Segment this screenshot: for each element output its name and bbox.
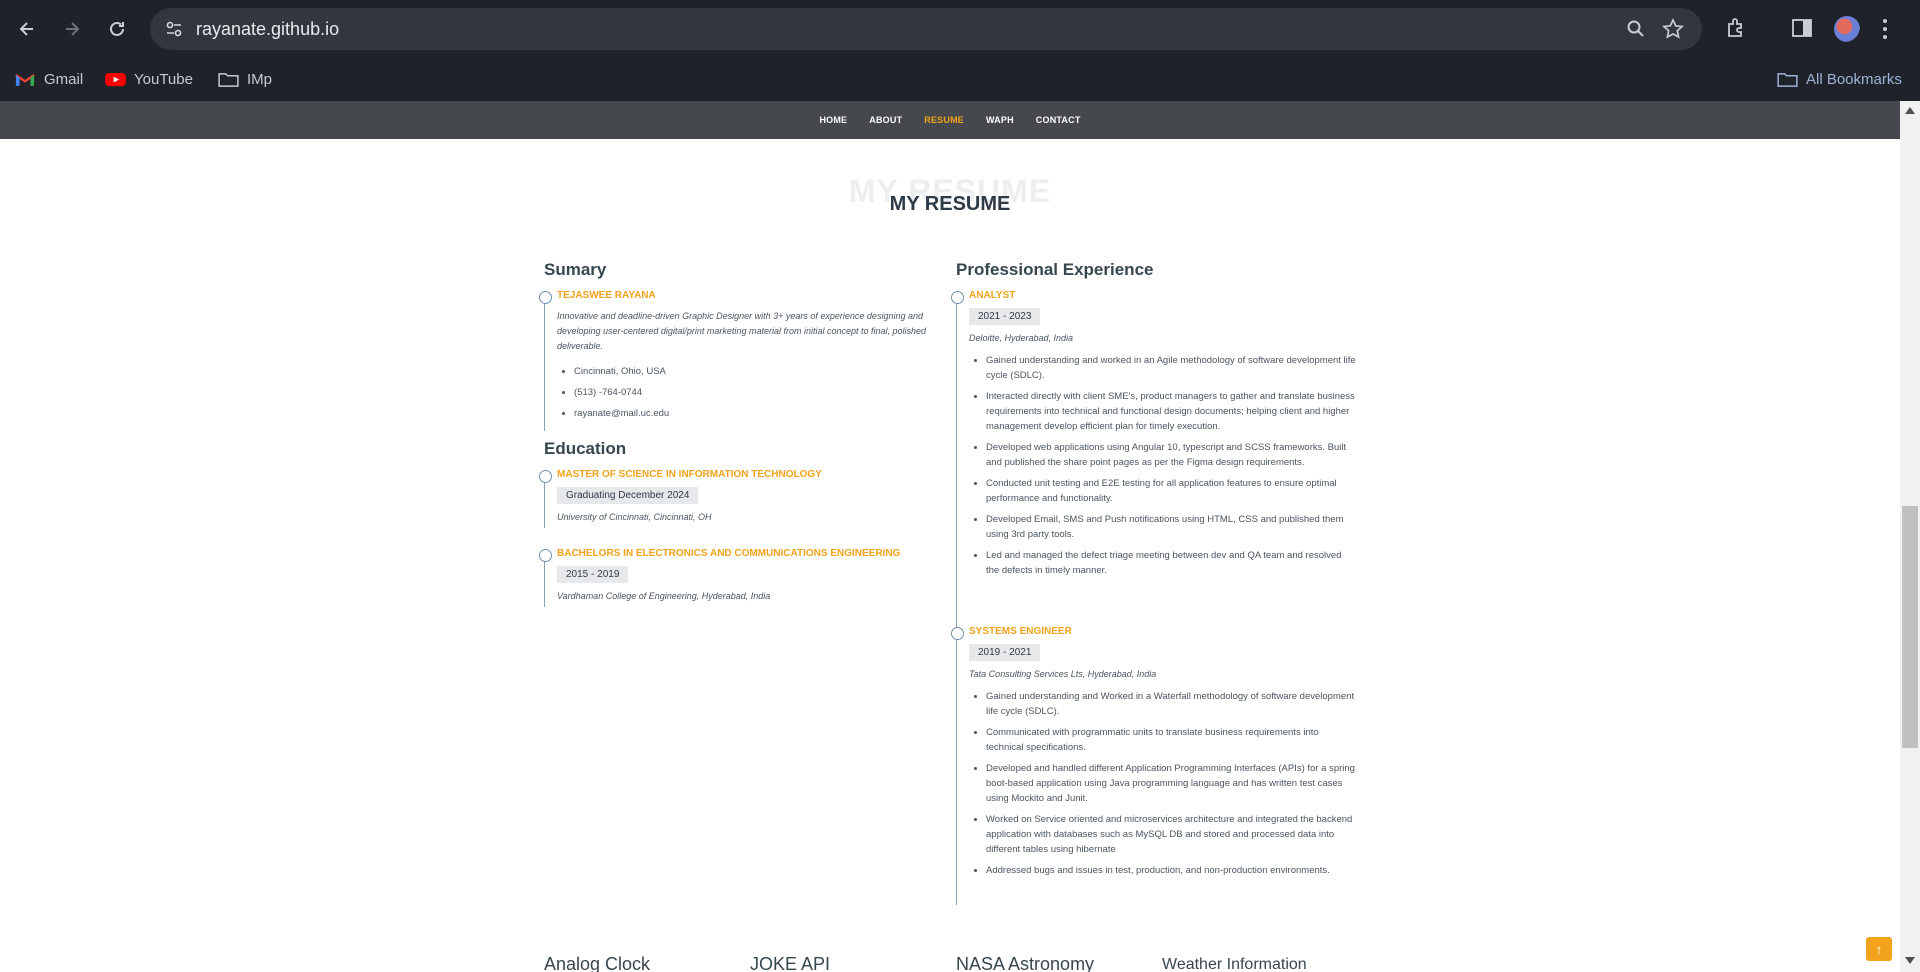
bookmark-imp[interactable]: IMp	[217, 65, 272, 93]
education-title: MASTER OF SCIENCE IN INFORMATION TECHNOL…	[557, 469, 822, 480]
joke-api-heading: JOKE API	[750, 954, 831, 972]
side-panel-icon[interactable]	[1790, 16, 1814, 40]
scrollbar-thumb[interactable]	[1902, 506, 1918, 748]
nav-resume[interactable]: RESUME	[924, 115, 964, 125]
zoom-icon[interactable]	[1626, 19, 1646, 39]
experience-bullets: Gained understanding and Worked in a Wat…	[969, 689, 1356, 878]
nav-home[interactable]: HOME	[819, 115, 847, 125]
profile-avatar[interactable]	[1834, 16, 1860, 42]
experience-item: ANALYST 2021 - 2023 Deloitte, Hyderabad,…	[951, 290, 1356, 627]
experience-bullet: Worked on Service oriented and microserv…	[986, 812, 1356, 857]
arrow-left-icon	[19, 22, 33, 36]
contact-email: rayanate@mail.uc.edu	[574, 406, 944, 421]
experience-bullet: Addressed bugs and issues in test, produ…	[986, 863, 1356, 878]
reload-icon	[110, 21, 124, 36]
experience-place: Tata Consulting Services Lts, Hyderabad,…	[969, 669, 1157, 679]
folder-icon	[217, 70, 239, 88]
contact-location: Cincinnati, Ohio, USA	[574, 364, 944, 379]
experience-place: Deloitte, Hyderabad, India	[969, 333, 1074, 343]
experience-item: SYSTEMS ENGINEER 2019 - 2021 Tata Consul…	[951, 626, 1356, 905]
folder-icon	[1776, 70, 1798, 88]
education-item: MASTER OF SCIENCE IN INFORMATION TECHNOL…	[539, 469, 944, 528]
experience-bullet: Interacted directly with client SME's, p…	[986, 389, 1356, 434]
bookmark-youtube[interactable]: YouTube	[104, 65, 193, 93]
bookmark-label: YouTube	[134, 70, 193, 88]
summary-description: Innovative and deadline-driven Graphic D…	[557, 311, 927, 351]
education-date: Graduating December 2024	[557, 487, 699, 504]
education-place: Vardhaman College of Engineering, Hydera…	[557, 591, 771, 601]
education-date: 2015 - 2019	[557, 566, 629, 583]
experience-heading: Professional Experience	[956, 260, 1154, 279]
all-bookmarks-label: All Bookmarks	[1806, 70, 1902, 88]
experience-bullet: Gained understanding and worked in an Ag…	[986, 353, 1356, 383]
back-to-top-button[interactable]: ↑	[1866, 937, 1892, 961]
weather-heading: Weather Information	[1162, 956, 1307, 972]
address-bar[interactable]: rayanate.github.io	[150, 8, 1702, 50]
experience-date: 2021 - 2023	[969, 308, 1041, 325]
page-scrollbar[interactable]	[1900, 101, 1920, 972]
summary-name: TEJASWEE RAYANA	[557, 290, 656, 301]
page-viewport: HOME ABOUT RESUME WAPH CONTACT MY RESUME…	[0, 101, 1920, 972]
bookmark-star-icon[interactable]	[1662, 18, 1684, 40]
scroll-up-icon[interactable]	[1905, 107, 1915, 114]
nav-about[interactable]: ABOUT	[869, 115, 902, 125]
analog-clock-heading: Analog Clock	[544, 954, 651, 972]
experience-bullet: Developed Email, SMS and Push notificati…	[986, 512, 1356, 542]
contact-list: Cincinnati, Ohio, USA (513) -764-0744 ra…	[557, 364, 944, 421]
experience-bullet: Communicated with programmatic units to …	[986, 725, 1356, 755]
nav-waph[interactable]: WAPH	[986, 115, 1014, 125]
experience-title: ANALYST	[969, 290, 1016, 301]
bookmarks-bar: Gmail YouTube IMp All Bookmarks	[0, 58, 1920, 101]
section-title: MY RESUME	[889, 193, 1011, 215]
youtube-icon	[104, 70, 126, 88]
summary-item: TEJASWEE RAYANA Innovative and deadline-…	[539, 290, 944, 431]
reload-button[interactable]	[102, 14, 132, 44]
bookmark-gmail[interactable]: Gmail	[14, 65, 83, 93]
site-navbar: HOME ABOUT RESUME WAPH CONTACT	[0, 101, 1900, 139]
experience-title: SYSTEMS ENGINEER	[969, 626, 1072, 637]
contact-phone: (513) -764-0744	[574, 385, 944, 400]
experience-bullet: Conducted unit testing and E2E testing f…	[986, 476, 1356, 506]
experience-bullet: Gained understanding and Worked in a Wat…	[986, 689, 1356, 719]
education-heading: Education	[544, 439, 627, 458]
browser-chrome: rayanate.github.io Gmail YouTube IMp All…	[0, 0, 1920, 101]
nasa-astronomy-heading: NASA Astronomy	[956, 954, 1095, 972]
bookmark-label: Gmail	[44, 70, 84, 88]
arrow-right-icon	[66, 22, 80, 36]
site-info-icon[interactable]	[164, 19, 184, 39]
bookmark-label: IMp	[247, 70, 273, 88]
all-bookmarks[interactable]: All Bookmarks	[1776, 65, 1902, 93]
education-item: BACHELORS IN ELECTRONICS AND COMMUNICATI…	[539, 548, 944, 607]
education-title: BACHELORS IN ELECTRONICS AND COMMUNICATI…	[557, 548, 901, 559]
arrow-up-icon: ↑	[1875, 941, 1883, 957]
experience-bullet: Developed web applications using Angular…	[986, 440, 1356, 470]
nav-contact[interactable]: CONTACT	[1036, 115, 1081, 125]
toolbar: rayanate.github.io	[0, 0, 1920, 58]
experience-bullet: Led and managed the defect triage meetin…	[986, 548, 1356, 578]
scroll-down-icon[interactable]	[1905, 957, 1915, 964]
experience-bullet: Developed and handled different Applicat…	[986, 761, 1356, 806]
url-text[interactable]: rayanate.github.io	[196, 19, 339, 40]
back-button[interactable]	[12, 14, 42, 44]
experience-bullets: Gained understanding and worked in an Ag…	[969, 353, 1356, 578]
gmail-icon	[14, 70, 36, 88]
education-place: University of Cincinnati, Cincinnati, OH	[557, 512, 712, 522]
extensions-icon[interactable]	[1724, 16, 1748, 40]
more-menu-icon[interactable]	[1882, 17, 1888, 41]
forward-button[interactable]	[57, 14, 87, 44]
experience-date: 2019 - 2021	[969, 644, 1041, 661]
summary-heading: Sumary	[544, 260, 607, 279]
